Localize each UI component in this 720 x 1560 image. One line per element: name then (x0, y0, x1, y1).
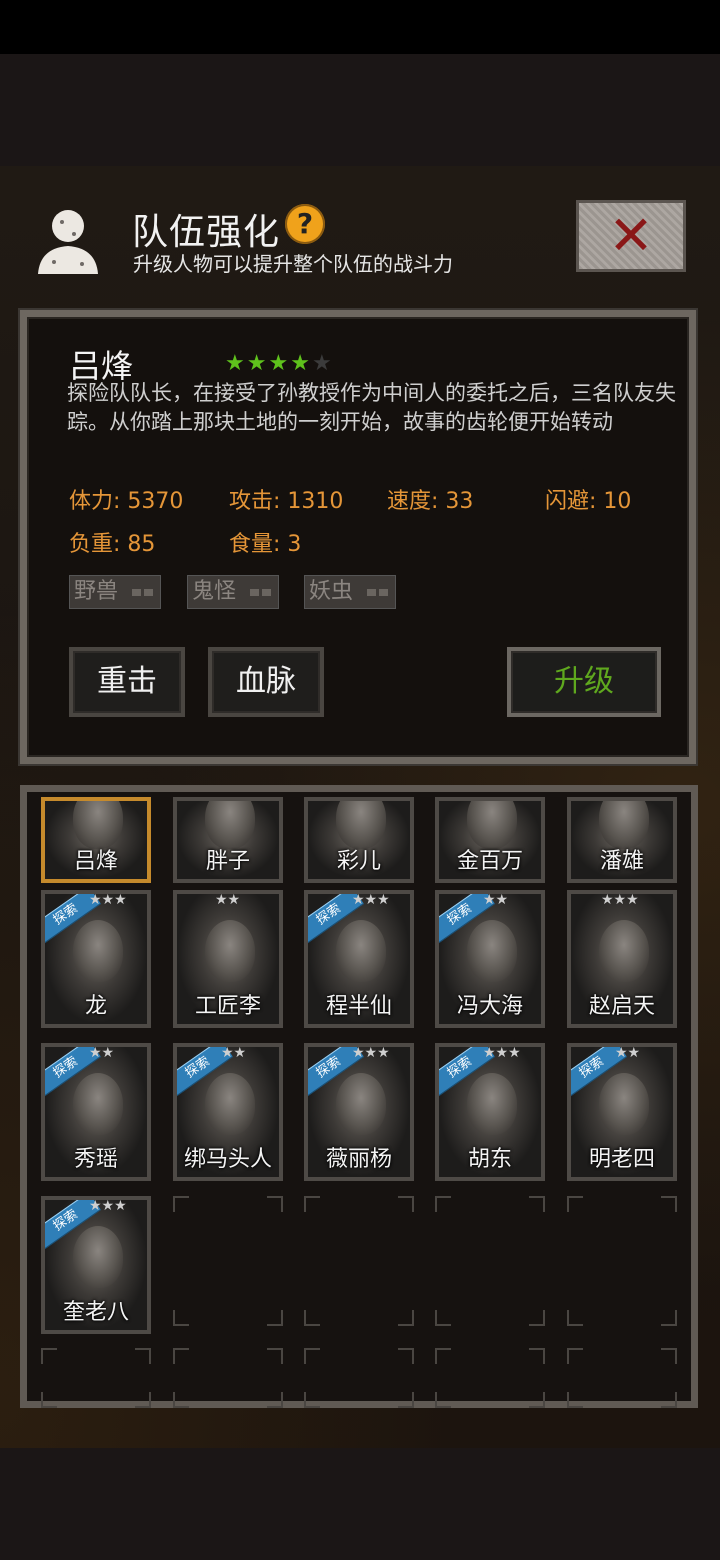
star-rating: ★★★ (89, 892, 127, 908)
user-silhouette-icon (38, 210, 98, 274)
bloodline-button[interactable]: 血脉 (208, 647, 324, 717)
star-rating: ★★★ (352, 892, 390, 908)
portrait-image (336, 920, 386, 982)
portrait-image (467, 1073, 517, 1135)
stat-speed: 速度: 33 (387, 489, 474, 514)
star-rating: ★★★ (89, 1198, 127, 1214)
empty-slot (435, 1196, 545, 1326)
portrait-image (205, 1073, 255, 1135)
stat-attack: 攻击: 1310 (229, 489, 344, 514)
stat-food: 食量: 3 (229, 532, 302, 557)
star-rating: ★★ (215, 892, 241, 908)
character-card-zhao-qitian[interactable]: ★★★ 赵启天 (567, 890, 677, 1028)
character-roster: 吕烽 胖子 彩儿 金百万 潘雄 探索 ★★★ 龙 ★★ 工匠李 探索 ★★★ 程… (20, 785, 698, 1408)
star-rating: ★★★ (601, 892, 639, 908)
star-icon: ★ (225, 351, 247, 376)
hero-info-panel: 吕烽 ★★★★★ 探险队队长，在接受了孙教授作为中间人的委托之后，三名队友失踪。… (20, 310, 696, 764)
star-rating: ★★★ (352, 1045, 390, 1061)
trait-tag-insect[interactable]: 妖虫 (304, 575, 396, 609)
empty-slot (567, 1196, 677, 1326)
star-icon: ★ (290, 351, 312, 376)
portrait-image (336, 1073, 386, 1135)
character-card-ming-laosi[interactable]: 探索 ★★ 明老四 (567, 1043, 677, 1181)
character-card-kui-laoba[interactable]: 探索 ★★★ 奎老八 (41, 1196, 151, 1334)
star-rating: ★★ (483, 892, 509, 908)
portrait-image (467, 920, 517, 982)
stat-load: 负重: 85 (69, 532, 156, 557)
portrait-image (73, 1226, 123, 1288)
empty-slot (173, 1348, 283, 1408)
character-card-bangma-touren[interactable]: 探索 ★★ 绑马头人 (173, 1043, 283, 1181)
bottom-backdrop (0, 1448, 720, 1560)
character-card-long[interactable]: 探索 ★★★ 龙 (41, 890, 151, 1028)
stat-hp: 体力: 5370 (69, 489, 184, 514)
hero-description: 探险队队长，在接受了孙教授作为中间人的委托之后，三名队友失踪。从你踏上那块土地的… (67, 381, 676, 434)
character-card-jinbaiwan[interactable]: 金百万 (435, 797, 545, 883)
character-card-lv-feng[interactable]: 吕烽 (41, 797, 151, 883)
heavy-strike-button[interactable]: 重击 (69, 647, 185, 717)
character-card-caier[interactable]: 彩儿 (304, 797, 414, 883)
star-empty-icon: ★ (311, 351, 334, 376)
portrait-image (467, 801, 517, 849)
character-card-panxiong[interactable]: 潘雄 (567, 797, 677, 883)
portrait-image (205, 920, 255, 982)
star-rating: ★★ (89, 1045, 115, 1061)
portrait-image (336, 801, 386, 849)
star-rating: ★★ (221, 1045, 247, 1061)
stat-dodge: 闪避: 10 (545, 489, 632, 514)
portrait-image (205, 801, 255, 849)
character-card-cheng-banxian[interactable]: 探索 ★★★ 程半仙 (304, 890, 414, 1028)
close-icon: ✕ (608, 204, 654, 267)
portrait-image (599, 1073, 649, 1135)
empty-slot (304, 1348, 414, 1408)
portrait-image (73, 920, 123, 982)
help-icon[interactable]: ? (285, 204, 325, 244)
character-card-pangzi[interactable]: 胖子 (173, 797, 283, 883)
character-card-hu-dong[interactable]: 探索 ★★★ 胡东 (435, 1043, 545, 1181)
character-card-xiuyao[interactable]: 探索 ★★ 秀瑶 (41, 1043, 151, 1181)
portrait-image (73, 1073, 123, 1135)
character-card-feng-dahai[interactable]: 探索 ★★ 冯大海 (435, 890, 545, 1028)
portrait-image (599, 801, 649, 849)
portrait-image (73, 801, 123, 849)
page-subtitle: 升级人物可以提升整个队伍的战斗力 (133, 252, 453, 276)
hero-star-rating: ★★★★★ (225, 351, 334, 376)
trait-tag-beast[interactable]: 野兽 (69, 575, 161, 609)
empty-slot (41, 1348, 151, 1408)
portrait-image (599, 920, 649, 982)
empty-slot (304, 1196, 414, 1326)
character-card-weili-yang[interactable]: 探索 ★★★ 薇丽杨 (304, 1043, 414, 1181)
character-card-gongjiang-li[interactable]: ★★ 工匠李 (173, 890, 283, 1028)
star-rating: ★★★ (483, 1045, 521, 1061)
empty-slot (435, 1348, 545, 1408)
star-rating: ★★ (615, 1045, 641, 1061)
upgrade-button[interactable]: 升级 (507, 647, 661, 717)
star-icon: ★ (246, 351, 269, 376)
star-icon: ★ (268, 351, 291, 376)
trait-tag-ghost[interactable]: 鬼怪 (187, 575, 279, 609)
close-button[interactable]: ✕ (576, 200, 686, 272)
status-bar (0, 0, 720, 54)
empty-slot (567, 1348, 677, 1408)
top-backdrop (0, 54, 720, 166)
empty-slot (173, 1196, 283, 1326)
